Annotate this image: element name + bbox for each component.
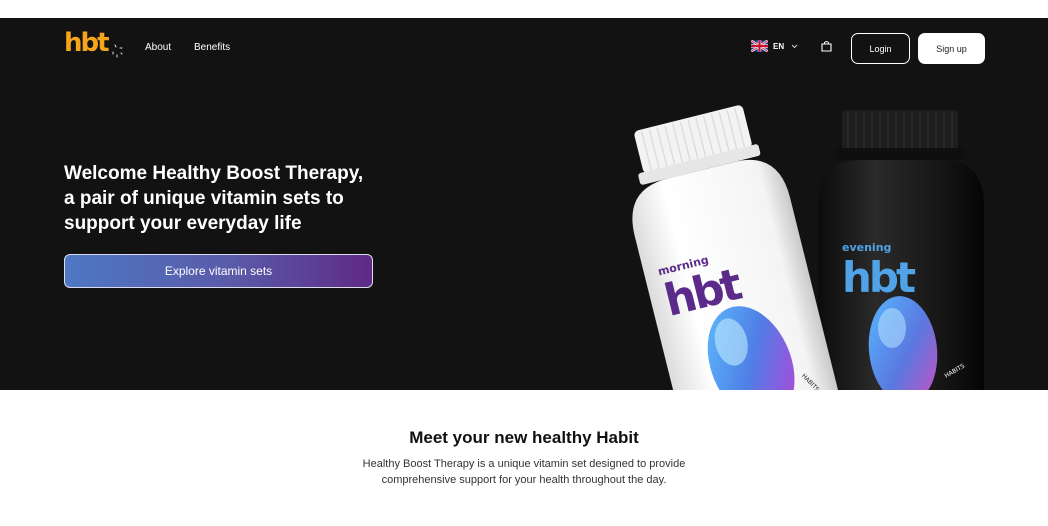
nav-benefits-link[interactable]: Benefits [194, 42, 230, 54]
product-bottles-image: evening hbt HABITS morning hbt HABITS [632, 105, 984, 390]
nav-about-link[interactable]: About [145, 42, 171, 54]
evening-bottle-label-main: hbt [842, 253, 916, 302]
chevron-down-icon [791, 44, 798, 48]
headline-line: support your everyday life [64, 213, 302, 234]
landing-page: hbt About Benefits EN Login Sign up Welc… [0, 0, 1048, 526]
language-selector[interactable]: EN [751, 40, 798, 52]
section-title: Meet your new healthy Habit [409, 428, 639, 447]
headline-line: Welcome Healthy Boost Therapy, [64, 163, 364, 184]
description-line: comprehensive support for your health th… [381, 474, 667, 486]
language-code: EN [773, 41, 785, 51]
section-description: Healthy Boost Therapy is a unique vitami… [324, 456, 724, 488]
hero-headline: Welcome Healthy Boost Therapy, a pair of… [64, 161, 394, 236]
headline-line: a pair of unique vitamin sets to [64, 188, 344, 209]
hero-section: hbt About Benefits EN Login Sign up Welc… [0, 18, 1048, 390]
logo-text: hbt [64, 28, 110, 58]
uk-flag-icon [751, 40, 768, 52]
evening-bottle: evening hbt HABITS [818, 110, 984, 390]
shopping-bag-icon[interactable] [821, 40, 832, 52]
login-button[interactable]: Login [851, 33, 910, 64]
sparkle-icon [112, 44, 123, 58]
morning-bottle: morning hbt HABITS [632, 105, 848, 390]
explore-vitamin-sets-button[interactable]: Explore vitamin sets [64, 254, 373, 288]
description-line: Healthy Boost Therapy is a unique vitami… [362, 458, 686, 470]
signup-button[interactable]: Sign up [918, 33, 985, 64]
